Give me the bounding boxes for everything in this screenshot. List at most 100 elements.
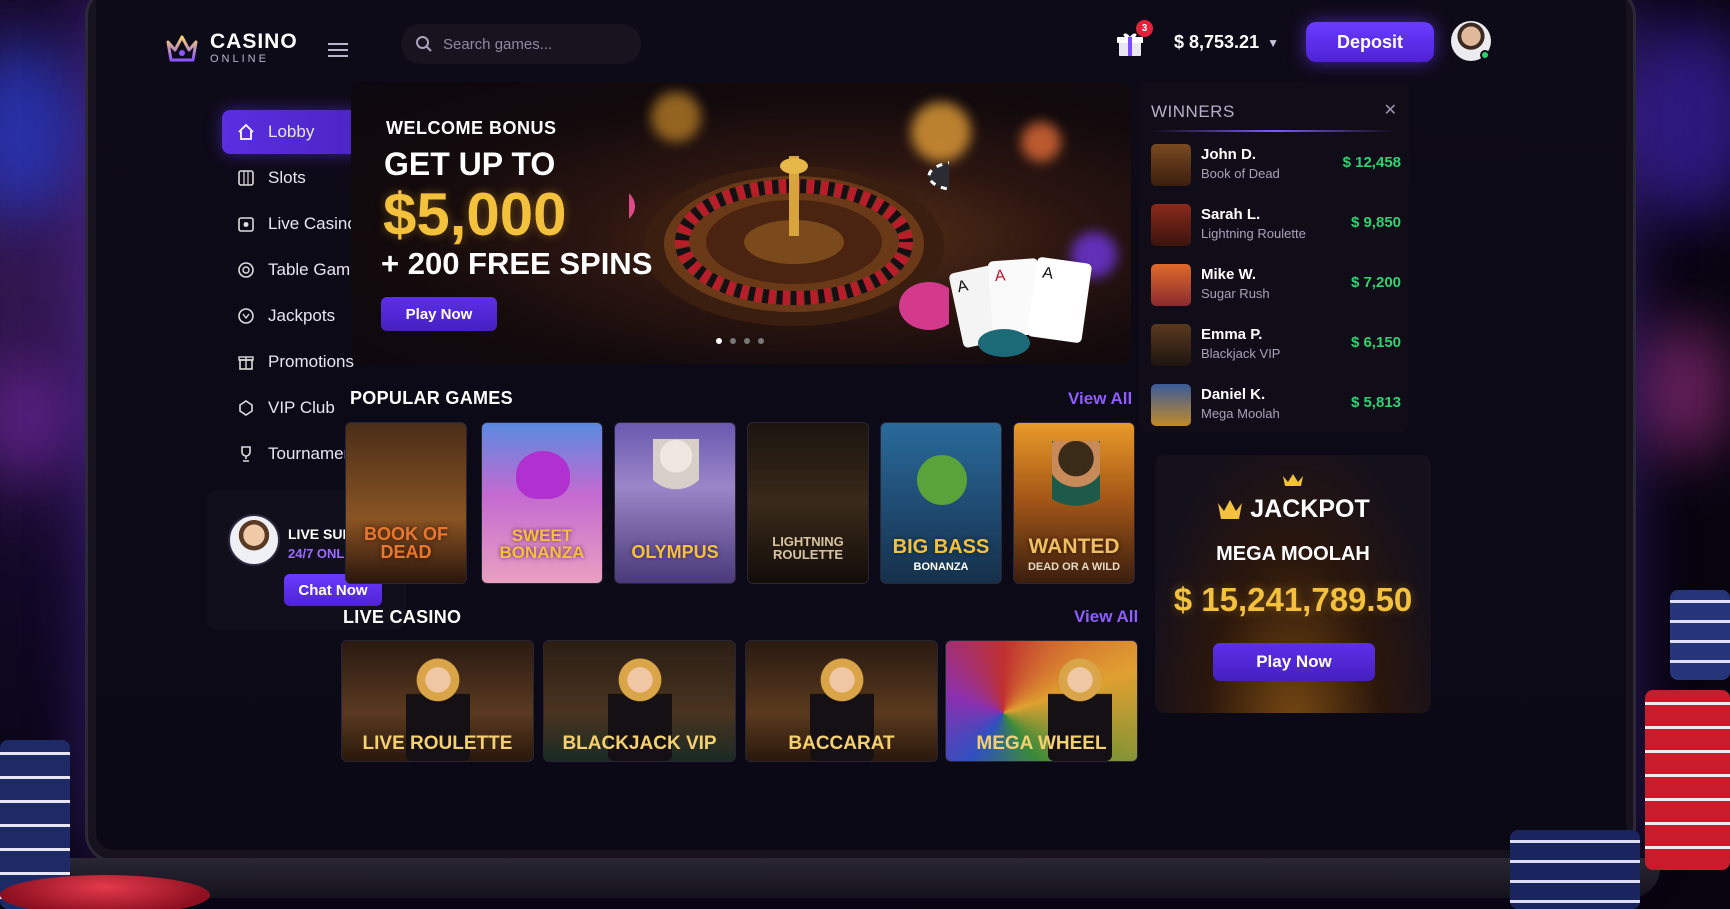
- winner-game-thumb: [1151, 324, 1191, 366]
- sidebar-item-label: Live Casino: [268, 214, 357, 233]
- game-title: OLYMPUS: [631, 542, 719, 562]
- chip-stack: [1670, 590, 1730, 680]
- winner-name: Emma P.: [1201, 326, 1263, 343]
- winner-row[interactable]: Emma P. Blackjack VIP $ 6,150: [1151, 320, 1401, 372]
- live-view-all-link[interactable]: View All: [1074, 607, 1138, 627]
- game-card-sweet-bonanza[interactable]: SWEET BONANZA: [481, 422, 603, 584]
- game-subtitle: BONANZA: [913, 561, 969, 573]
- carousel-dot[interactable]: [758, 338, 764, 344]
- search-input[interactable]: [443, 35, 623, 53]
- game-subtitle: DEAD OR A WILD: [1027, 561, 1121, 573]
- welcome-bonus-banner[interactable]: A A A WELCOME BONUS GET UP TO $5,000 + 2…: [351, 82, 1131, 364]
- winner-row[interactable]: Mike W. Sugar Rush $ 7,200: [1151, 260, 1401, 312]
- game-card-book-of-dead[interactable]: BOOK OF DEAD: [345, 422, 467, 584]
- crown-logo-icon: [166, 35, 198, 62]
- playing-cards-image: A A A: [949, 257, 1092, 357]
- chip-icon: [629, 193, 635, 219]
- sidebar-item-label: Lobby: [268, 122, 315, 141]
- winner-game: Sugar Rush: [1201, 286, 1270, 301]
- carousel-dot[interactable]: [730, 338, 736, 344]
- trophy-icon: [236, 444, 256, 464]
- live-card-roulette[interactable]: LIVE ROULETTE: [341, 640, 534, 762]
- live-card-baccarat[interactable]: BACCARAT: [745, 640, 938, 762]
- live-table-title: BACCARAT: [788, 733, 895, 754]
- live-card-mega-wheel[interactable]: MEGA WHEEL: [945, 640, 1138, 762]
- background-glow: [0, 40, 80, 220]
- gift-icon: [236, 352, 256, 372]
- winner-game-thumb: [1151, 144, 1191, 186]
- crown-icon: [1218, 500, 1243, 519]
- brand-name: CASINO: [210, 30, 298, 53]
- popular-view-all-link[interactable]: View All: [1068, 389, 1132, 409]
- bokeh-light: [651, 92, 701, 142]
- casino-screen: CASINO ONLINE 3 $ 8,753.21 ▼ Deposit Lob…: [96, 0, 1626, 850]
- sidebar-item-label: Slots: [268, 168, 306, 187]
- hero-bonus-amount: $5,000: [383, 181, 567, 248]
- jackpot-icon: [236, 306, 256, 326]
- collapse-icon[interactable]: ✕: [1384, 100, 1397, 120]
- game-card-wanted[interactable]: WANTED DEAD OR A WILD: [1013, 422, 1135, 584]
- game-card-big-bass[interactable]: BIG BASS BONANZA: [880, 422, 1002, 584]
- live-card-blackjack-vip[interactable]: BLACKJACK VIP: [543, 640, 736, 762]
- chip-stack: [0, 875, 210, 909]
- carousel-dot[interactable]: [716, 338, 722, 344]
- winners-title: WINNERS: [1151, 102, 1235, 121]
- game-title: SWEET BONANZA: [499, 526, 585, 562]
- jackpot-panel: JACKPOT MEGA MOOLAH $ 15,241,789.50 Play…: [1155, 455, 1431, 713]
- winner-amount: $ 7,200: [1350, 274, 1401, 291]
- background-glow: [1620, 20, 1730, 220]
- balance-selector[interactable]: $ 8,753.21 ▼: [1174, 32, 1279, 53]
- background-glow: [1640, 320, 1730, 460]
- jackpot-play-now-button[interactable]: Play Now: [1213, 643, 1375, 681]
- winner-name: Daniel K.: [1201, 386, 1266, 403]
- vip-icon: [236, 398, 256, 418]
- live-icon: [236, 214, 256, 234]
- jackpot-amount: $ 15,241,789.50: [1173, 581, 1413, 618]
- bass-fish-figure: [917, 455, 967, 505]
- winner-game-thumb: [1151, 204, 1191, 246]
- cowboy-figure: [1052, 441, 1100, 521]
- table-icon: [236, 260, 256, 280]
- sidebar-item-label: Promotions: [268, 352, 354, 371]
- notification-badge: 3: [1136, 20, 1153, 37]
- live-table-title: BLACKJACK VIP: [562, 733, 717, 754]
- winner-amount: $ 12,458: [1342, 154, 1401, 171]
- winner-game: Mega Moolah: [1201, 406, 1280, 421]
- candy-heart-icon: [516, 451, 570, 499]
- winner-game: Book of Dead: [1201, 166, 1280, 181]
- winner-name: Mike W.: [1201, 266, 1257, 283]
- jackpot-title: JACKPOT: [1250, 495, 1370, 523]
- winner-row[interactable]: Daniel K. Mega Moolah $ 5,813: [1151, 380, 1401, 432]
- carousel-dots: [716, 338, 764, 344]
- brand-tag: ONLINE: [210, 53, 269, 65]
- jackpot-title-row: JACKPOT: [1155, 495, 1431, 524]
- brand-logo[interactable]: CASINO ONLINE: [164, 30, 298, 66]
- winner-game-thumb: [1151, 384, 1191, 426]
- hero-free-spins: + 200 FREE SPINS: [381, 246, 653, 281]
- live-table-title: LIVE ROULETTE: [362, 733, 513, 754]
- winner-row[interactable]: Sarah L. Lightning Roulette $ 9,850: [1151, 200, 1401, 252]
- hero-play-now-button[interactable]: Play Now: [381, 297, 497, 331]
- home-icon: [236, 122, 256, 142]
- jackpot-game: MEGA MOOLAH: [1216, 543, 1370, 565]
- menu-icon[interactable]: [328, 43, 348, 57]
- deposit-button[interactable]: Deposit: [1306, 22, 1434, 62]
- chip-stack: [1645, 690, 1730, 870]
- game-card-lightning-roulette[interactable]: LIGHTNING ROULETTE: [747, 422, 869, 584]
- game-card-olympus[interactable]: OLYMPUS: [614, 422, 736, 584]
- laptop-base: [70, 858, 1660, 898]
- winners-panel: WINNERS ✕ John D. Book of Dead $ 12,458 …: [1139, 82, 1409, 432]
- zeus-figure: [653, 439, 699, 525]
- balance-amount: $ 8,753.21: [1174, 32, 1260, 52]
- winner-amount: $ 9,850: [1350, 214, 1401, 231]
- search-bar[interactable]: [401, 24, 641, 64]
- chip-stack: [1510, 830, 1640, 909]
- winner-name: Sarah L.: [1201, 206, 1261, 223]
- carousel-dot[interactable]: [744, 338, 750, 344]
- winner-amount: $ 5,813: [1350, 394, 1401, 411]
- winner-row[interactable]: John D. Book of Dead $ 12,458: [1151, 140, 1401, 192]
- bokeh-light: [1021, 122, 1061, 162]
- chevron-down-icon: ▼: [1267, 35, 1279, 50]
- game-title: BOOK OF DEAD: [364, 524, 448, 562]
- sidebar-item-label: VIP Club: [268, 398, 335, 417]
